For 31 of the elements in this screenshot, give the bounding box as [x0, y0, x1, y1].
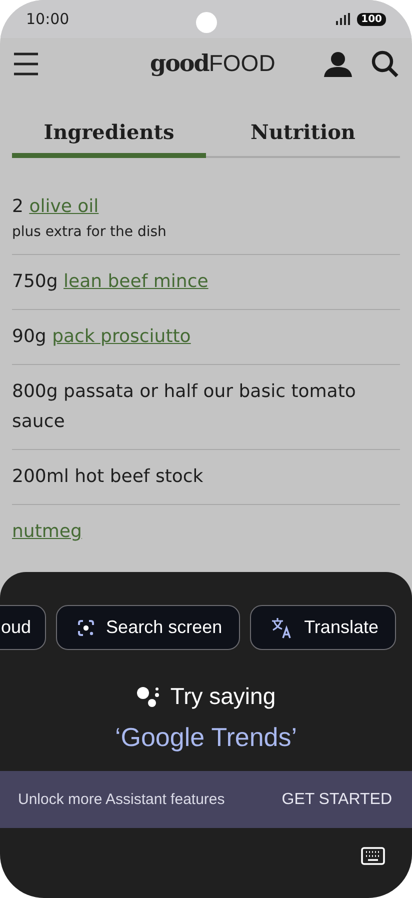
chip-button[interactable]: Translate — [250, 605, 396, 650]
ingredient-text: 2 olive oil — [12, 195, 100, 219]
ingredient-link[interactable]: pack prosciutto — [52, 326, 191, 347]
suggestion-text[interactable]: ‘Google Trends’ — [114, 722, 298, 753]
translate-icon — [271, 616, 294, 638]
logo[interactable]: goodFOOD — [150, 50, 276, 77]
banner-text: Unlock more Assistant features — [18, 791, 225, 808]
camera-hole — [196, 12, 217, 33]
ingredient-link[interactable]: olive oil — [29, 196, 99, 217]
battery-icon: 100 — [357, 12, 386, 26]
ingredient-text: 200ml hot beef stock — [12, 465, 204, 489]
ingredient-link[interactable]: lean beef mince — [64, 271, 208, 292]
search-icon[interactable] — [371, 50, 399, 78]
assistant-dots-icon — [136, 686, 160, 708]
clock-time: 10:00 — [26, 10, 70, 28]
menu-icon[interactable] — [13, 52, 39, 76]
chip-button[interactable]: oud — [0, 605, 46, 650]
account-icon[interactable] — [323, 51, 353, 77]
tab[interactable]: Nutrition — [206, 112, 400, 158]
ingredient-text: 750g lean beef mince — [12, 270, 210, 294]
signal-icon — [335, 13, 352, 25]
get-started-button[interactable]: GET STARTED — [282, 786, 392, 812]
keyboard-icon[interactable] — [361, 847, 385, 865]
tab[interactable]: Ingredients — [12, 112, 206, 158]
ingredient-text: 90g pack prosciutto — [12, 325, 192, 349]
ingredient-link[interactable]: nutmeg — [12, 521, 82, 542]
ingredient-note: plus extra for the dish — [12, 223, 168, 242]
ingredient-text: 800g passata or half our basic tomato sauce — [12, 380, 357, 434]
prompt-text: Try saying — [170, 683, 276, 710]
lens-icon — [77, 618, 96, 636]
chip-button[interactable]: Search screen — [56, 605, 240, 650]
